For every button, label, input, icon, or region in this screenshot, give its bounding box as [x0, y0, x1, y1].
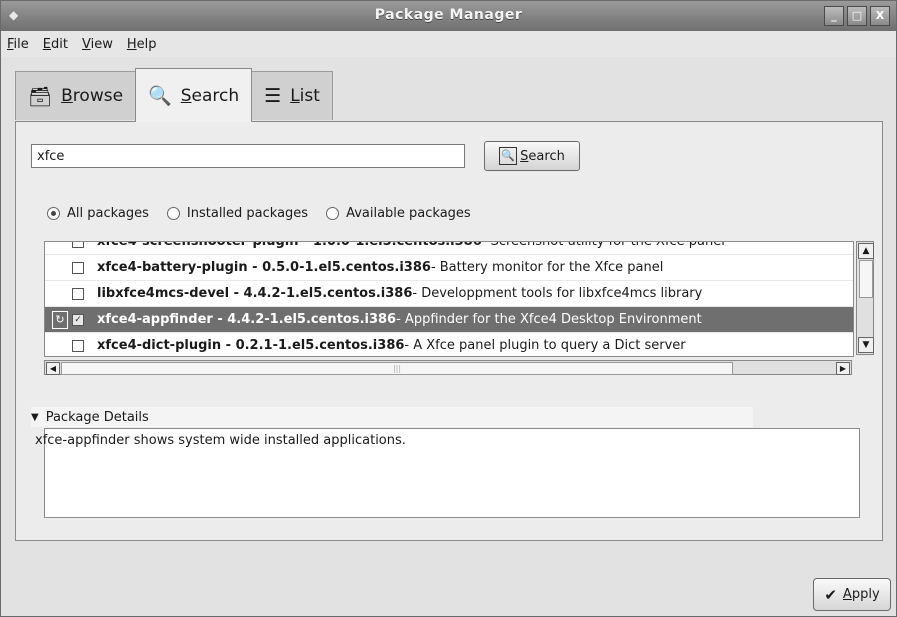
radio-all-packages[interactable]: All packages [47, 206, 149, 221]
tab-browse[interactable]: 🗃 Browse [15, 71, 137, 120]
package-checkbox[interactable] [72, 261, 84, 274]
scroll-right-icon[interactable]: ▶ [836, 362, 850, 375]
expander-triangle-icon: ▼ [31, 411, 39, 423]
package-row[interactable]: xfce4-battery-plugin - 0.5.0-1.el5.cento… [45, 255, 853, 281]
package-row[interactable]: xfce4-dict-plugin - 0.2.1-1.el5.centos.i… [45, 333, 853, 356]
package-description: - Battery monitor for the Xfce panel [430, 260, 664, 275]
vertical-scroll-thumb[interactable] [859, 260, 873, 298]
list-icon: ☰ [264, 85, 282, 107]
radio-available-packages[interactable]: Available packages [326, 206, 471, 221]
maximize-button[interactable]: □ [847, 6, 867, 26]
window-title: Package Manager [374, 7, 523, 23]
browse-icon: 🗃 [28, 85, 53, 108]
package-list-vertical-scrollbar[interactable]: ▲ ▼ [856, 241, 874, 355]
menu-file-label: ile [13, 36, 29, 52]
apply-button[interactable]: ✔ Apply [813, 578, 891, 611]
package-name: xfce4-dict-plugin - 0.2.1-1.el5.centos.i… [97, 338, 405, 353]
menu-view-mnemonic: V [81, 36, 91, 52]
search-button-icon: 🔍 [499, 147, 518, 165]
scroll-left-icon[interactable]: ◀ [46, 362, 60, 375]
close-button[interactable]: X [870, 6, 890, 26]
package-name: xfce4-appfinder - 4.4.2-1.el5.centos.i38… [97, 312, 397, 327]
title-bar[interactable]: ◆ Package Manager _ □ X [1, 1, 896, 31]
package-description: - Appfinder for the Xfce4 Desktop Enviro… [396, 312, 702, 327]
window-controls: _ □ X [824, 6, 890, 26]
package-list: xfce4-screenshooter-plugin - 1.0.0-1.el5… [44, 241, 854, 357]
package-details-header: Package Details [45, 409, 149, 425]
radio-installed-packages-indicator [166, 207, 180, 220]
radio-available-packages-indicator [326, 207, 340, 220]
package-filter: All packages Installed packages Availabl… [47, 206, 489, 221]
scroll-up-icon[interactable]: ▲ [858, 243, 874, 259]
menu-help[interactable]: Help [127, 37, 157, 52]
menu-file[interactable]: File [7, 37, 29, 52]
radio-installed-packages[interactable]: Installed packages [166, 206, 309, 221]
radio-selected-dot [51, 211, 56, 216]
package-checkbox[interactable] [72, 242, 84, 248]
horizontal-scroll-thumb[interactable]: ||| [61, 362, 733, 375]
package-details-expander[interactable]: ▼ Package Details [31, 407, 753, 427]
tab-search-label: earch [191, 85, 240, 106]
minimize-button[interactable]: _ [824, 6, 844, 26]
package-row[interactable]: xfce4-screenshooter-plugin - 1.0.0-1.el5… [45, 241, 853, 255]
tab-browse-label: rowse [72, 86, 124, 106]
package-row-selected[interactable]: ↻ ✓ xfce4-appfinder - 4.4.2-1.el5.centos… [45, 307, 853, 333]
package-checkbox[interactable] [72, 339, 84, 352]
radio-all-packages-label: All packages [67, 206, 149, 221]
view-tabs: 🗃 Browse 🔍 Search ☰ List [15, 68, 333, 122]
package-description: - Developpment tools for libxfce4mcs lib… [412, 286, 703, 301]
package-name: libxfce4mcs-devel - 4.4.2-1.el5.centos.i… [97, 286, 413, 301]
menu-edit-mnemonic: E [42, 36, 51, 52]
package-manager-window: ◆ Package Manager _ □ X File Edit View H… [0, 0, 897, 617]
checkmark-icon: ✔ [824, 585, 837, 604]
radio-all-packages-indicator [47, 207, 60, 220]
search-button-mnemonic: S [520, 148, 529, 164]
apply-button-mnemonic: A [842, 587, 852, 602]
tab-search-mnemonic: S [180, 85, 192, 106]
search-button-label: earch [528, 148, 565, 164]
radio-installed-packages-label: Installed packages [186, 206, 309, 221]
package-marked-icon: ↻ [52, 310, 68, 329]
package-name: xfce4-screenshooter-plugin - 1.0.0-1.el5… [97, 241, 482, 249]
package-row[interactable]: libxfce4mcs-devel - 4.4.2-1.el5.centos.i… [45, 281, 853, 307]
package-description: - Screenshot utility for the Xfce panel [481, 241, 725, 249]
package-description: - A Xfce panel plugin to query a Dict se… [404, 338, 686, 353]
tab-list[interactable]: ☰ List [251, 71, 333, 120]
package-details-description: xfce-appfinder shows system wide install… [35, 433, 406, 448]
menu-edit-label: dit [51, 36, 68, 52]
menu-edit[interactable]: Edit [43, 37, 68, 52]
package-name: xfce4-battery-plugin - 0.5.0-1.el5.cento… [97, 260, 431, 275]
tab-search[interactable]: 🔍 Search [135, 68, 253, 122]
tab-browse-mnemonic: B [61, 86, 73, 106]
package-checkbox-checked[interactable]: ✓ [72, 313, 84, 326]
menu-view[interactable]: View [82, 37, 113, 52]
tab-list-label: ist [299, 86, 320, 106]
package-details-text: xfce-appfinder shows system wide install… [35, 428, 860, 518]
scroll-down-icon[interactable]: ▼ [858, 337, 874, 353]
magnifier-icon: 🔍 [148, 85, 172, 107]
apply-button-label: pply [851, 587, 880, 602]
radio-available-packages-label: Available packages [346, 206, 471, 221]
menu-view-label: iew [90, 36, 113, 52]
tab-list-mnemonic: L [290, 86, 300, 106]
menu-help-mnemonic: H [126, 36, 137, 52]
search-button[interactable]: 🔍 Search [484, 141, 580, 171]
package-checkbox[interactable] [72, 287, 84, 300]
menu-help-label: elp [136, 36, 157, 52]
search-input[interactable]: xfce [31, 144, 465, 168]
package-list-horizontal-scrollbar[interactable]: ◀ ||| ▶ [44, 360, 852, 375]
menu-bar: File Edit View Help [1, 31, 896, 57]
